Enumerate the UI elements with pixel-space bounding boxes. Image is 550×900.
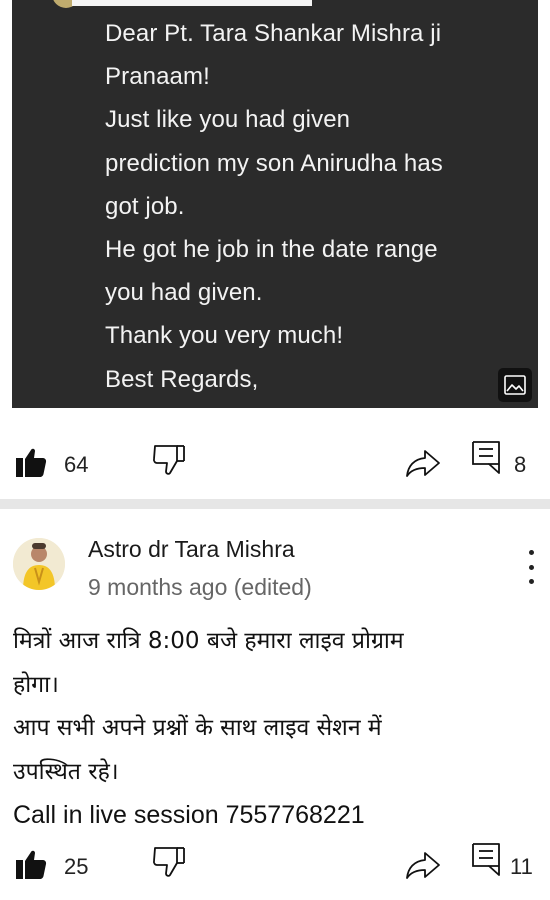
channel-name[interactable]: Astro dr Tara Mishra [88, 536, 295, 563]
post-image[interactable]: Dear Pt. Tara Shankar Mishra ji Pranaam!… [12, 0, 538, 408]
post-text-line: आप सभी अपने प्रश्नों के साथ लाइव सेशन मे… [13, 715, 382, 741]
post-text-line: Call in live session 7557768221 [13, 801, 365, 829]
post-text: मित्रों आज रात्रि 8:00 बजे हमारा लाइव प्… [13, 620, 540, 838]
message-line: Best Regards, [105, 365, 259, 393]
dislike-icon[interactable] [152, 844, 186, 878]
post-timestamp: 9 months ago (edited) [88, 574, 312, 600]
post-divider [0, 499, 550, 509]
like-icon[interactable] [15, 446, 47, 478]
message-line: prediction my son Anirudha has [105, 149, 443, 177]
like-icon[interactable] [15, 848, 47, 880]
post-text-line: उपस्थित रहे। [13, 758, 119, 785]
image-top-strip [72, 0, 312, 6]
more-vert-icon[interactable] [518, 550, 544, 584]
post2-action-bar: 25 11 [0, 842, 550, 886]
message-line: Dear Pt. Tara Shankar Mishra ji [105, 20, 442, 47]
message-line: you had given. [105, 279, 263, 307]
message-line: He got he job in the date range [105, 236, 438, 264]
image-message-text: Dear Pt. Tara Shankar Mishra ji Pranaam!… [105, 12, 528, 401]
comment-count: 8 [514, 452, 527, 477]
avatar[interactable] [13, 538, 65, 590]
dislike-icon[interactable] [152, 442, 186, 476]
like-count: 25 [64, 854, 89, 879]
message-line: got job. [105, 192, 185, 220]
post-text-line: होगा। [13, 671, 59, 698]
share-icon[interactable] [405, 850, 441, 880]
share-icon[interactable] [405, 448, 441, 478]
like-count: 64 [64, 452, 89, 477]
message-line: Pranaam! [105, 63, 210, 91]
message-line: Thank you very much! [105, 322, 344, 350]
message-line: Just like you had given [105, 106, 351, 134]
comment-icon[interactable] [471, 842, 501, 876]
post1-action-bar: 64 8 [0, 440, 550, 484]
comment-count: 11 [510, 854, 533, 879]
post-text-line: मित्रों आज रात्रि 8:00 बजे हमारा लाइव प्… [13, 628, 404, 654]
comment-icon[interactable] [471, 440, 501, 474]
image-icon[interactable] [498, 368, 532, 402]
